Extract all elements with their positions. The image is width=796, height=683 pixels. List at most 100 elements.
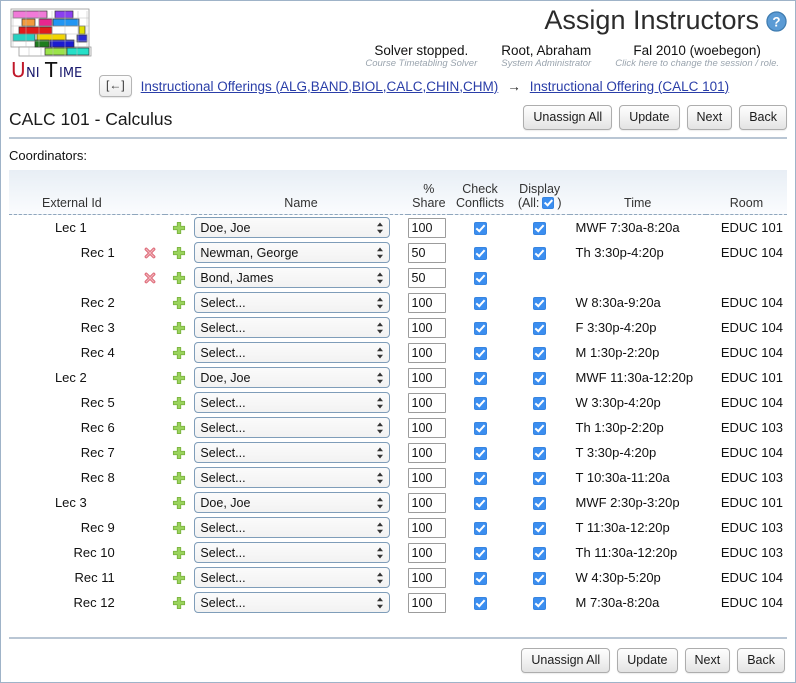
check-conflicts-checkbox[interactable] — [473, 522, 487, 536]
share-input[interactable] — [407, 442, 446, 463]
check-conflicts-checkbox[interactable] — [473, 597, 487, 611]
room-cell: EDUC 103 — [720, 545, 783, 560]
share-input[interactable] — [407, 542, 446, 563]
check-conflicts-checkbox[interactable] — [473, 347, 487, 361]
display-checkbox[interactable] — [533, 497, 547, 511]
display-checkbox[interactable] — [533, 397, 547, 411]
instructor-select[interactable]: Select... — [194, 517, 391, 538]
display-checkbox[interactable] — [533, 347, 547, 361]
share-input[interactable] — [407, 492, 446, 513]
add-plus-icon[interactable] — [172, 446, 186, 460]
share-input[interactable] — [407, 292, 446, 313]
instructor-select[interactable]: Select... — [194, 467, 391, 488]
display-checkbox[interactable] — [533, 222, 547, 236]
check-conflicts-checkbox[interactable] — [473, 497, 487, 511]
add-plus-icon[interactable] — [172, 296, 186, 310]
instructor-select[interactable]: Doe, Joe — [194, 367, 391, 388]
check-conflicts-checkbox[interactable] — [473, 572, 487, 586]
unassign-all-button-top[interactable]: Unassign All — [523, 104, 613, 130]
check-conflicts-checkbox[interactable] — [473, 422, 487, 436]
instructor-select[interactable]: Select... — [194, 342, 391, 363]
delete-x-icon[interactable] — [143, 271, 157, 285]
unassign-all-button-bottom[interactable]: Unassign All — [521, 648, 611, 673]
check-conflicts-checkbox[interactable] — [473, 397, 487, 411]
display-checkbox[interactable] — [533, 297, 547, 311]
add-plus-icon[interactable] — [172, 221, 186, 235]
add-plus-icon[interactable] — [172, 421, 186, 435]
share-input[interactable] — [407, 217, 446, 238]
display-checkbox[interactable] — [533, 422, 547, 436]
instructor-select[interactable]: Doe, Joe — [194, 217, 391, 238]
check-conflicts-checkbox[interactable] — [473, 272, 487, 286]
next-button-top[interactable]: Next — [686, 104, 733, 130]
check-conflicts-cell — [450, 240, 510, 265]
add-plus-icon[interactable] — [172, 321, 186, 335]
share-input[interactable] — [407, 267, 446, 288]
instructor-select[interactable]: Newman, George — [194, 242, 391, 263]
check-conflicts-checkbox[interactable] — [473, 547, 487, 561]
instructor-select[interactable]: Select... — [194, 417, 391, 438]
session-name[interactable]: Fal 2010 (woebegon) — [615, 43, 779, 58]
display-checkbox[interactable] — [533, 447, 547, 461]
instructor-select[interactable]: Select... — [194, 292, 391, 313]
display-checkbox[interactable] — [533, 372, 547, 386]
back-button-bottom[interactable]: Back — [737, 648, 785, 673]
next-button-bottom[interactable]: Next — [684, 648, 731, 673]
session-block[interactable]: Fal 2010 (woebegon) Click here to change… — [603, 43, 791, 70]
check-conflicts-checkbox[interactable] — [473, 297, 487, 311]
add-plus-icon[interactable] — [172, 496, 186, 510]
display-checkbox[interactable] — [533, 522, 547, 536]
check-conflicts-checkbox[interactable] — [473, 372, 487, 386]
instructor-select[interactable]: Bond, James — [194, 267, 391, 288]
instructor-select[interactable]: Select... — [194, 392, 391, 413]
display-checkbox[interactable] — [533, 247, 547, 261]
instructor-select[interactable]: Select... — [194, 542, 391, 563]
add-plus-icon[interactable] — [172, 546, 186, 560]
add-plus-icon[interactable] — [172, 346, 186, 360]
help-question-icon[interactable]: ? — [766, 11, 787, 32]
share-input[interactable] — [407, 342, 446, 363]
instructor-select[interactable]: Select... — [194, 317, 391, 338]
add-plus-icon[interactable] — [172, 396, 186, 410]
update-button-top[interactable]: Update — [619, 104, 680, 130]
display-checkbox[interactable] — [533, 572, 547, 586]
check-conflicts-checkbox[interactable] — [473, 447, 487, 461]
table-row: Rec 6 Select... Th 1:30p-2:20p EDUC 103 — [9, 415, 787, 440]
check-conflicts-checkbox[interactable] — [473, 222, 487, 236]
check-conflicts-checkbox[interactable] — [473, 322, 487, 336]
check-conflicts-checkbox[interactable] — [473, 247, 487, 261]
share-input[interactable] — [407, 317, 446, 338]
share-input[interactable] — [407, 417, 446, 438]
add-plus-icon[interactable] — [172, 246, 186, 260]
breadcrumb-link-offerings[interactable]: Instructional Offerings (ALG,BAND,BIOL,C… — [141, 79, 499, 94]
check-conflicts-checkbox[interactable] — [473, 472, 487, 486]
share-input[interactable] — [407, 567, 446, 588]
display-all-checkbox[interactable] — [542, 197, 555, 209]
add-plus-icon[interactable] — [172, 371, 186, 385]
add-plus-icon[interactable] — [172, 271, 186, 285]
update-button-bottom[interactable]: Update — [617, 648, 678, 673]
display-checkbox[interactable] — [533, 322, 547, 336]
delete-cell — [135, 240, 165, 265]
add-plus-icon[interactable] — [172, 521, 186, 535]
breadcrumb-link-offering[interactable]: Instructional Offering (CALC 101) — [530, 79, 729, 94]
delete-x-icon[interactable] — [143, 246, 157, 260]
share-input[interactable] — [407, 592, 446, 613]
instructor-select[interactable]: Select... — [194, 592, 391, 613]
share-input[interactable] — [407, 367, 446, 388]
display-checkbox[interactable] — [533, 597, 547, 611]
share-input[interactable] — [407, 392, 446, 413]
add-plus-icon[interactable] — [172, 571, 186, 585]
share-input[interactable] — [407, 467, 446, 488]
instructor-select[interactable]: Select... — [194, 442, 391, 463]
share-input[interactable] — [407, 517, 446, 538]
display-checkbox[interactable] — [533, 547, 547, 561]
instructor-select[interactable]: Doe, Joe — [194, 492, 391, 513]
back-button-top[interactable]: Back — [739, 104, 787, 130]
breadcrumb-back-button[interactable]: [←] — [99, 75, 132, 97]
instructor-select[interactable]: Select... — [194, 567, 391, 588]
share-input[interactable] — [407, 242, 446, 263]
display-checkbox[interactable] — [533, 472, 547, 486]
add-plus-icon[interactable] — [172, 471, 186, 485]
add-plus-icon[interactable] — [172, 596, 186, 610]
